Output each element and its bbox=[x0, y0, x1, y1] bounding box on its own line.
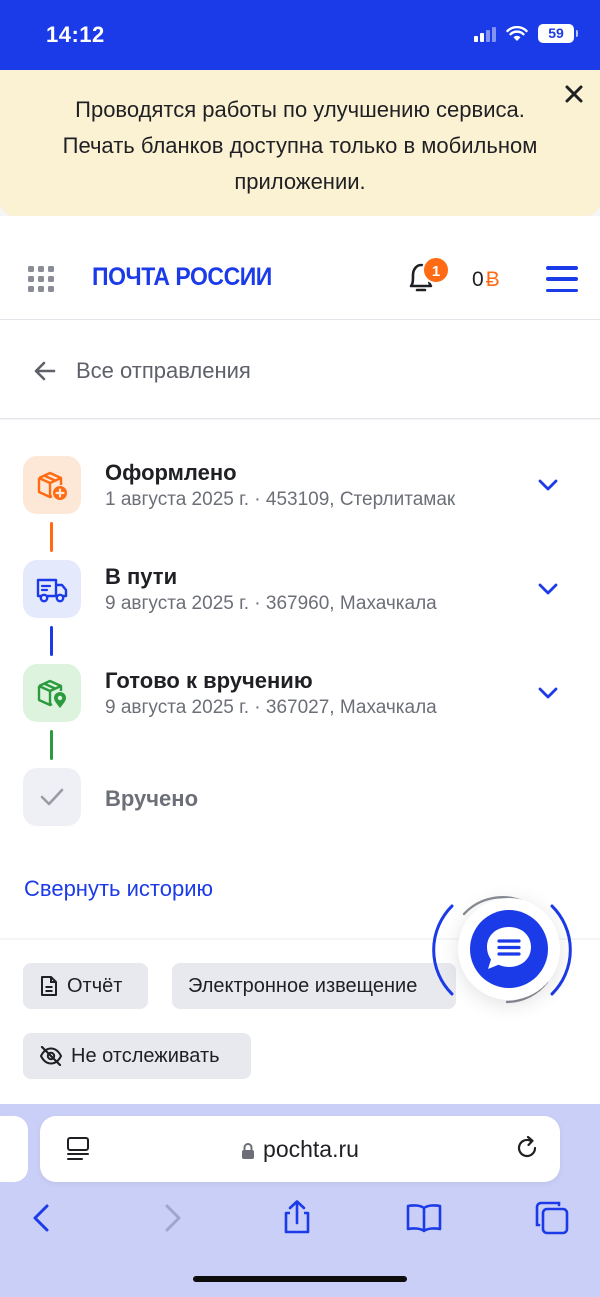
chevron-down-icon[interactable] bbox=[536, 681, 560, 705]
status-time: 14:12 bbox=[46, 22, 105, 47]
close-icon[interactable] bbox=[562, 82, 586, 106]
back-label: Все отправления bbox=[76, 358, 251, 383]
e-notice-button[interactable]: Электронное извещение bbox=[172, 963, 456, 1009]
step-title: Готово к вручению bbox=[105, 668, 313, 693]
package-plus-icon bbox=[23, 456, 81, 514]
check-icon bbox=[23, 768, 81, 826]
notice-text: Проводятся работы по улучшению сервиса. … bbox=[30, 92, 570, 200]
balance[interactable]: 0Ƀ bbox=[472, 268, 500, 292]
step-subtitle: 9 августа 2025 г. · 367027, Махачкала bbox=[105, 697, 437, 718]
balance-value: 0 bbox=[472, 268, 484, 291]
report-label: Отчёт bbox=[67, 974, 123, 997]
notice-line: Печать бланков доступна только в мобильн… bbox=[62, 133, 538, 158]
step-title: В пути bbox=[105, 564, 178, 589]
hamburger-menu-icon[interactable] bbox=[546, 266, 578, 292]
apps-grid-icon[interactable] bbox=[28, 266, 54, 292]
currency-icon: Ƀ bbox=[485, 268, 500, 291]
package-pin-icon bbox=[23, 664, 81, 722]
timeline-connector bbox=[50, 730, 53, 760]
notice-banner: Проводятся работы по улучшению сервиса. … bbox=[0, 70, 600, 216]
chat-icon bbox=[487, 927, 531, 969]
share-icon[interactable] bbox=[277, 1198, 317, 1238]
stop-tracking-button[interactable]: Не отслеживать bbox=[23, 1033, 251, 1079]
chat-fab[interactable] bbox=[432, 890, 572, 1010]
chat-button[interactable] bbox=[458, 898, 560, 1000]
back-row[interactable]: Все отправления bbox=[0, 320, 600, 419]
notice-line: Проводятся работы по улучшению сервиса. bbox=[75, 97, 525, 122]
previous-tab[interactable] bbox=[0, 1116, 28, 1182]
e-notice-label: Электронное извещение bbox=[188, 974, 418, 997]
step-subtitle: 9 августа 2025 г. · 367960, Махачкала bbox=[105, 593, 437, 614]
timeline-connector bbox=[50, 626, 53, 656]
lock-icon bbox=[242, 1142, 255, 1159]
url-text: pochta.ru bbox=[40, 1136, 560, 1163]
report-button[interactable]: Отчёт bbox=[23, 963, 148, 1009]
step-subtitle: 1 августа 2025 г. · 453109, Стерлитамак bbox=[105, 489, 456, 510]
tabs-icon[interactable] bbox=[532, 1198, 572, 1238]
forward-nav-icon[interactable] bbox=[152, 1198, 192, 1238]
bookmarks-icon[interactable] bbox=[404, 1198, 444, 1238]
tracking-timeline: Оформлено 1 августа 2025 г. · 453109, Ст… bbox=[0, 420, 600, 938]
battery-icon: 59 bbox=[538, 24, 578, 43]
arrow-left-icon bbox=[34, 361, 56, 381]
browser-toolbar: pochta.ru bbox=[0, 1104, 600, 1297]
document-icon bbox=[41, 976, 57, 996]
notice-line: приложении. bbox=[234, 169, 366, 194]
timeline-connector bbox=[50, 522, 53, 552]
chevron-down-icon[interactable] bbox=[536, 473, 560, 497]
home-indicator bbox=[193, 1276, 407, 1282]
address-bar[interactable]: pochta.ru bbox=[40, 1116, 560, 1182]
status-bar: 14:12 59 bbox=[0, 0, 600, 70]
signal-icon bbox=[474, 26, 496, 42]
wifi-icon bbox=[506, 25, 528, 41]
back-nav-icon[interactable] bbox=[22, 1198, 62, 1238]
step-title: Вручено bbox=[105, 786, 199, 811]
status-icons: 59 bbox=[474, 24, 578, 43]
eye-off-icon bbox=[39, 1046, 63, 1066]
reload-icon[interactable] bbox=[514, 1135, 540, 1161]
site-header: ПОЧТА РОССИИ 1 0Ƀ bbox=[0, 216, 600, 320]
notification-badge: 1 bbox=[422, 256, 450, 284]
chevron-down-icon[interactable] bbox=[536, 577, 560, 601]
truck-icon bbox=[23, 560, 81, 618]
step-title: Оформлено bbox=[105, 460, 237, 485]
collapse-history-link[interactable]: Свернуть историю bbox=[24, 876, 213, 902]
stop-tracking-label: Не отслеживать bbox=[71, 1044, 220, 1067]
url-label: pochta.ru bbox=[263, 1136, 359, 1162]
logo[interactable]: ПОЧТА РОССИИ bbox=[92, 263, 272, 292]
